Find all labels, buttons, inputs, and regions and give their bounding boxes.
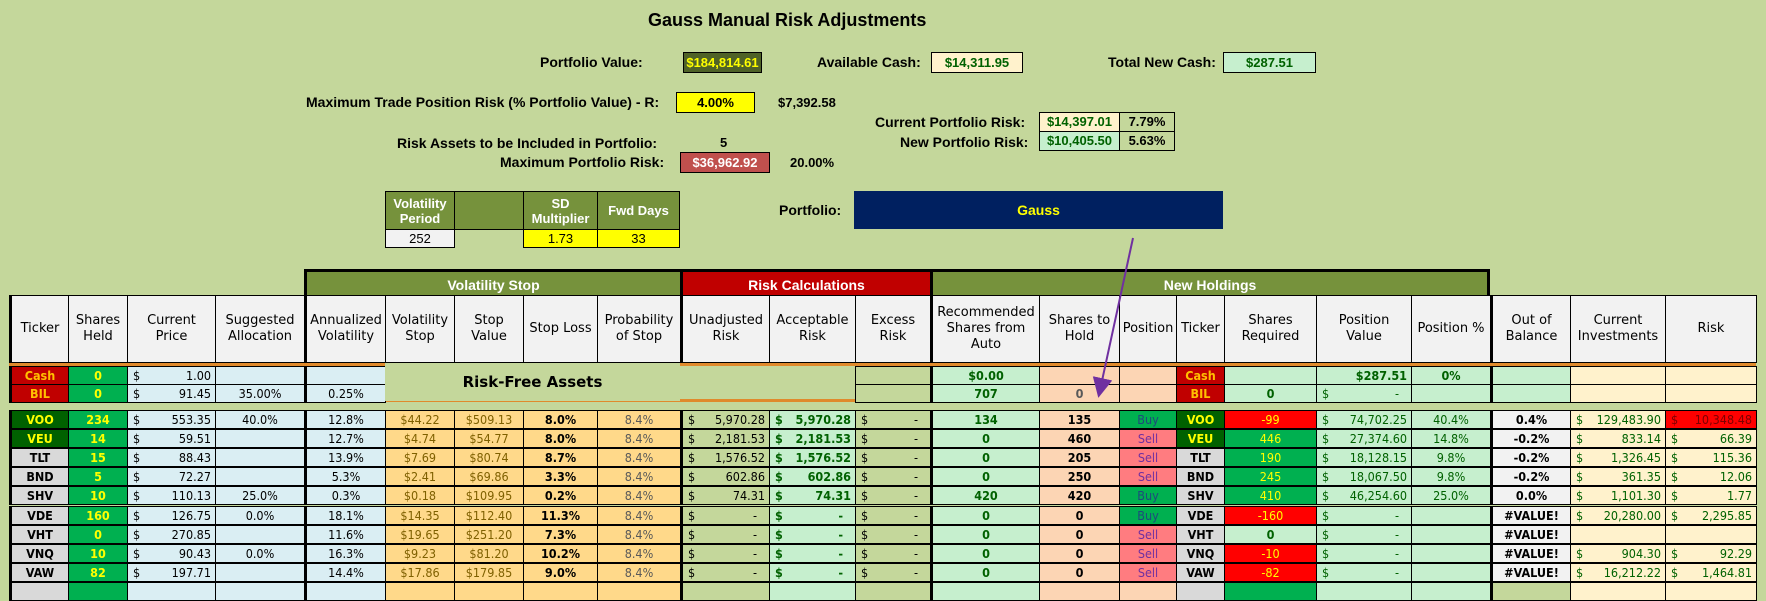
annotation-arrow-line: [1092, 237, 1134, 398]
annotation-arrow: [1092, 237, 1134, 398]
